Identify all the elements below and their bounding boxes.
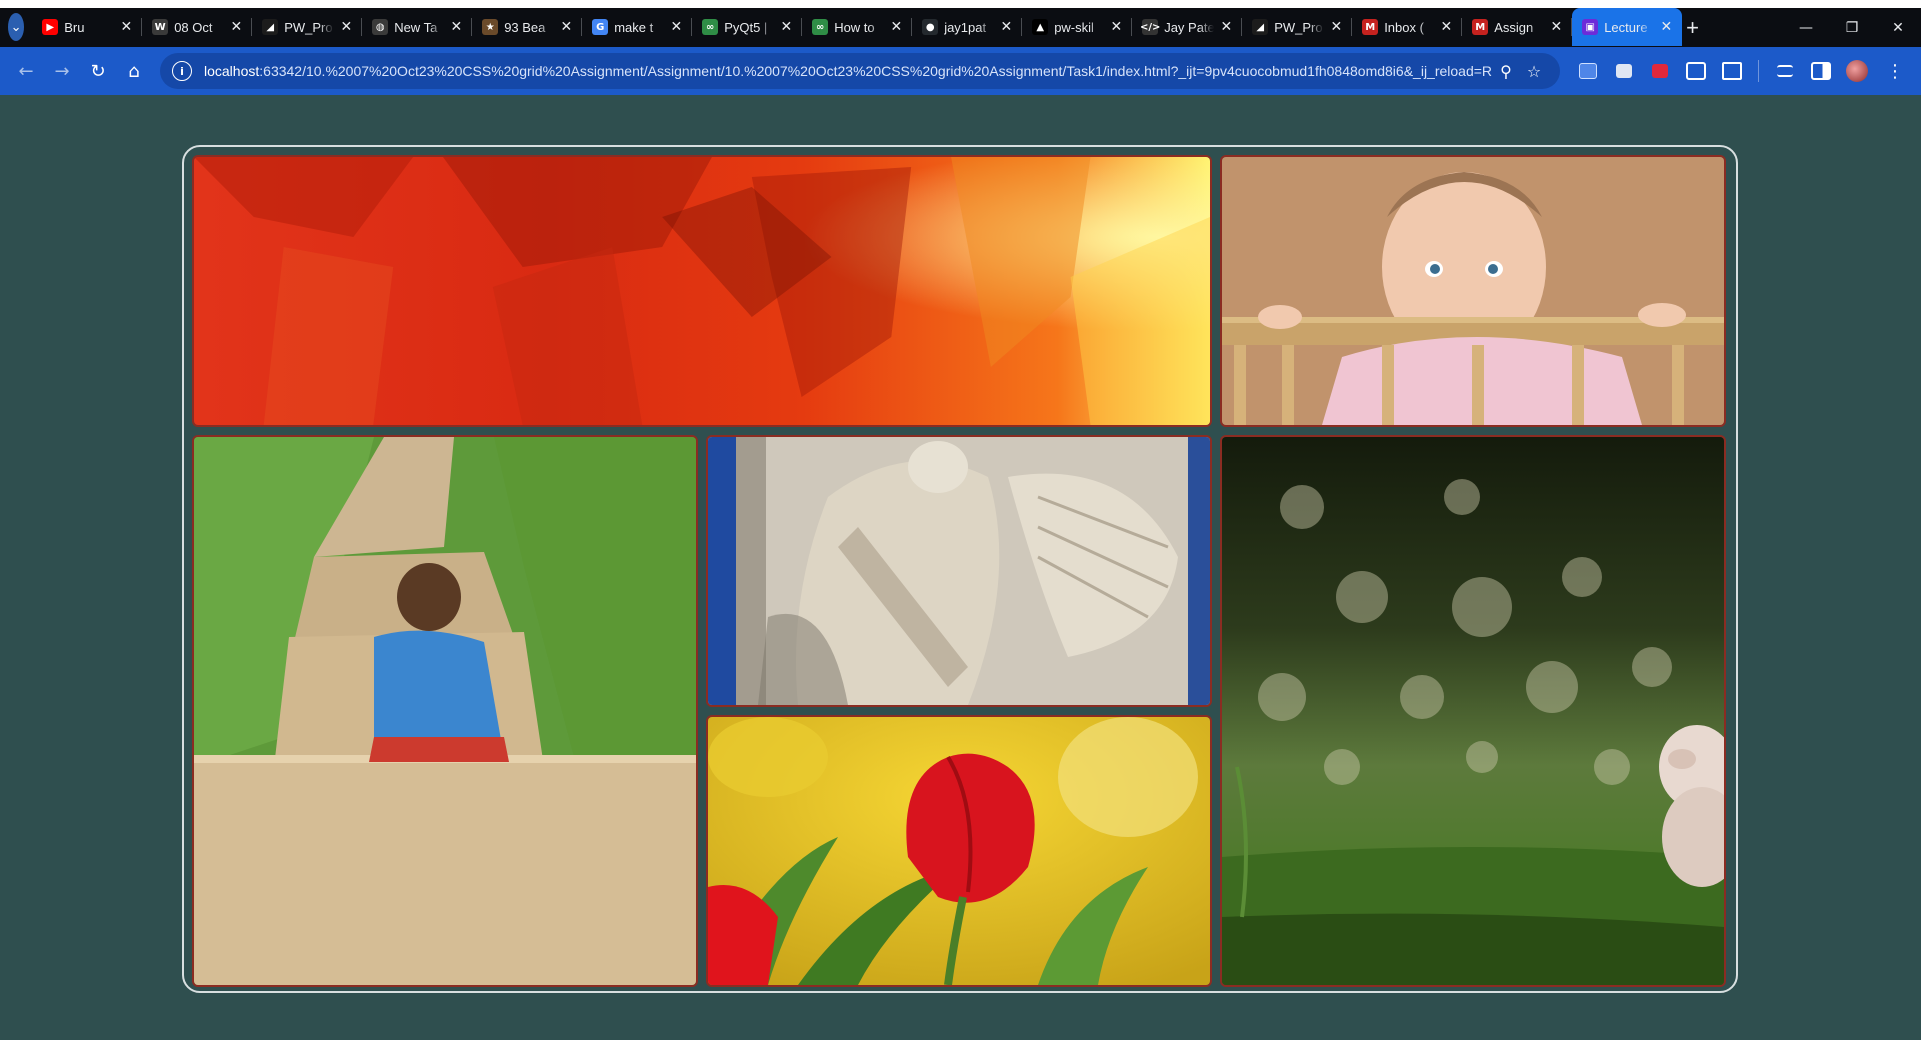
url-text[interactable]: localhost:63342/10.%2007%20Oct23%20CSS%2… bbox=[204, 63, 1492, 79]
browser-tab[interactable]: ◢ PW_Pro ✕ bbox=[252, 8, 363, 46]
url-host: localhost bbox=[204, 63, 260, 79]
browser-tab[interactable]: ▶ Bru ✕ bbox=[32, 8, 143, 46]
youtube-icon: ▶ bbox=[42, 19, 59, 35]
close-tab-icon[interactable]: ✕ bbox=[340, 19, 352, 35]
tab-search-icon[interactable]: ⌄ bbox=[8, 13, 25, 41]
cherub-grass-image bbox=[1220, 435, 1726, 987]
tab-list: ▶ Bru ✕ W 08 Oct ✕ ◢ PW_Pro ✕ ◍ New Ta ✕ ★ 93 Bea ✕ Gma… bbox=[32, 8, 1683, 47]
browser-tab[interactable]: ◢ PW_Pro ✕ bbox=[1242, 8, 1353, 46]
boy-on-steps-image bbox=[192, 435, 698, 987]
browser-tab[interactable]: Gmake t ✕ bbox=[582, 8, 693, 46]
close-tab-icon[interactable]: ✕ bbox=[450, 19, 462, 35]
tab-title: Assign bbox=[1494, 19, 1534, 35]
browser-tab[interactable]: ▣ Lecture ✕ bbox=[1572, 8, 1683, 46]
address-bar[interactable]: i localhost:63342/10.%2007%20Oct23%20CSS… bbox=[160, 53, 1560, 89]
wordpress-icon: W bbox=[152, 19, 169, 35]
tab-title: make t bbox=[614, 19, 654, 35]
close-tab-icon[interactable]: ✕ bbox=[1440, 19, 1452, 35]
close-window-button[interactable]: ✕ bbox=[1875, 8, 1921, 47]
tab-title: jay1pat bbox=[944, 19, 987, 35]
close-tab-icon[interactable]: ✕ bbox=[560, 19, 572, 35]
code-icon: </> bbox=[1140, 19, 1160, 35]
site-info-icon[interactable]: i bbox=[172, 61, 192, 81]
translate-extension-icon[interactable] bbox=[1572, 55, 1604, 87]
toolbar-separator bbox=[1758, 60, 1759, 82]
puzzle-extensions-icon[interactable] bbox=[1716, 55, 1748, 87]
tab-title: PyQt5 | bbox=[724, 19, 768, 35]
google-icon: G bbox=[592, 19, 609, 35]
close-tab-icon[interactable]: ✕ bbox=[1660, 19, 1672, 35]
reload-button[interactable]: ↻ bbox=[80, 53, 116, 89]
tab-title: pw-skil bbox=[1054, 19, 1094, 35]
close-tab-icon[interactable]: ✕ bbox=[1220, 19, 1232, 35]
angel-statue-image bbox=[706, 435, 1212, 707]
vercel-icon: ▲ bbox=[1032, 19, 1049, 35]
tab-title: 08 Oct bbox=[174, 19, 213, 35]
close-tab-icon[interactable]: ✕ bbox=[1550, 19, 1562, 35]
bookmark-icon: ★ bbox=[482, 19, 499, 35]
new-tab-button[interactable]: + bbox=[1682, 8, 1703, 47]
close-tab-icon[interactable]: ✕ bbox=[120, 19, 132, 35]
close-tab-icon[interactable]: ✕ bbox=[670, 19, 682, 35]
tab-title: Inbox ( bbox=[1384, 19, 1424, 35]
tab-title: Lecture bbox=[1604, 19, 1648, 35]
browser-tab[interactable]: ● jay1pat ✕ bbox=[912, 8, 1023, 46]
browser-toolbar: ← → ↻ ⌂ i localhost:63342/10.%2007%20Oct… bbox=[0, 47, 1921, 95]
close-tab-icon[interactable]: ✕ bbox=[890, 19, 902, 35]
browser-tab[interactable]: ∞ PyQt5 | ✕ bbox=[692, 8, 803, 46]
url-path: :63342/10.%2007%20Oct23%20CSS%20grid%20A… bbox=[259, 63, 1492, 79]
menu-kebab-icon[interactable]: ⋮ bbox=[1877, 53, 1913, 89]
tab-title: 93 Bea bbox=[504, 19, 546, 35]
bookmark-star-icon[interactable]: ☆ bbox=[1520, 62, 1548, 81]
minimize-button[interactable]: — bbox=[1783, 8, 1829, 47]
orange-crystal-image bbox=[192, 155, 1212, 427]
restore-button[interactable]: ❐ bbox=[1829, 8, 1875, 47]
browser-tab[interactable]: M Assign ✕ bbox=[1462, 8, 1573, 46]
tab-title: How to bbox=[834, 19, 875, 35]
browser-tab[interactable]: M Inbox ( ✕ bbox=[1352, 8, 1463, 46]
browser-tab[interactable]: ∞ How to ✕ bbox=[802, 8, 913, 46]
pw-icon: ◢ bbox=[1252, 19, 1269, 35]
close-tab-icon[interactable]: ✕ bbox=[780, 19, 792, 35]
globe-icon: ◍ bbox=[372, 19, 389, 35]
close-tab-icon[interactable]: ✕ bbox=[230, 19, 242, 35]
lecture-icon: ▣ bbox=[1582, 19, 1599, 35]
browser-tab[interactable]: ★ 93 Bea ✕ bbox=[472, 8, 583, 46]
tab-title: PW_Pro bbox=[284, 19, 333, 35]
profile-avatar[interactable] bbox=[1841, 55, 1873, 87]
gfg-icon: ∞ bbox=[812, 19, 829, 35]
close-tab-icon[interactable]: ✕ bbox=[1330, 19, 1342, 35]
browser-tab[interactable]: W 08 Oct ✕ bbox=[142, 8, 253, 46]
browser-tab[interactable]: </> Jay Pate ✕ bbox=[1132, 8, 1243, 46]
extensions-area: ⋮ bbox=[1572, 53, 1913, 89]
tab-title: Jay Pate bbox=[1164, 19, 1215, 35]
tab-title: New Ta bbox=[394, 19, 438, 35]
gmail-icon: M bbox=[1472, 19, 1489, 35]
tab-title: PW_Pro bbox=[1274, 19, 1323, 35]
pw-icon: ◢ bbox=[262, 19, 279, 35]
github-icon: ● bbox=[922, 19, 939, 35]
red-tulip-image bbox=[706, 715, 1212, 987]
home-button[interactable]: ⌂ bbox=[116, 53, 152, 89]
printer-extension-icon[interactable] bbox=[1608, 55, 1640, 87]
browser-tab[interactable]: ◍ New Ta ✕ bbox=[362, 8, 473, 46]
reading-list-icon[interactable] bbox=[1769, 55, 1801, 87]
back-button[interactable]: ← bbox=[8, 53, 44, 89]
screen-capture-extension-icon[interactable] bbox=[1680, 55, 1712, 87]
window-controls: — ❐ ✕ bbox=[1783, 8, 1921, 47]
gmail-icon: M bbox=[1362, 19, 1379, 35]
baby-crib-image bbox=[1220, 155, 1726, 427]
close-tab-icon[interactable]: ✕ bbox=[1000, 19, 1012, 35]
forward-button[interactable]: → bbox=[44, 53, 80, 89]
tab-title: Bru bbox=[64, 19, 85, 35]
image-grid bbox=[182, 145, 1738, 993]
browser-tab[interactable]: ▲ pw-skil ✕ bbox=[1022, 8, 1133, 46]
close-tab-icon[interactable]: ✕ bbox=[1110, 19, 1122, 35]
red-extension-icon[interactable] bbox=[1644, 55, 1676, 87]
tab-strip: ⌄ ▶ Bru ✕ W 08 Oct ✕ ◢ PW_Pro ✕ ◍ New Ta ✕ ★ 93 Bea ✕ G… bbox=[0, 0, 1921, 47]
gfg-icon: ∞ bbox=[702, 19, 719, 35]
zoom-icon[interactable]: ⚲ bbox=[1492, 62, 1520, 81]
side-panel-icon[interactable] bbox=[1805, 55, 1837, 87]
